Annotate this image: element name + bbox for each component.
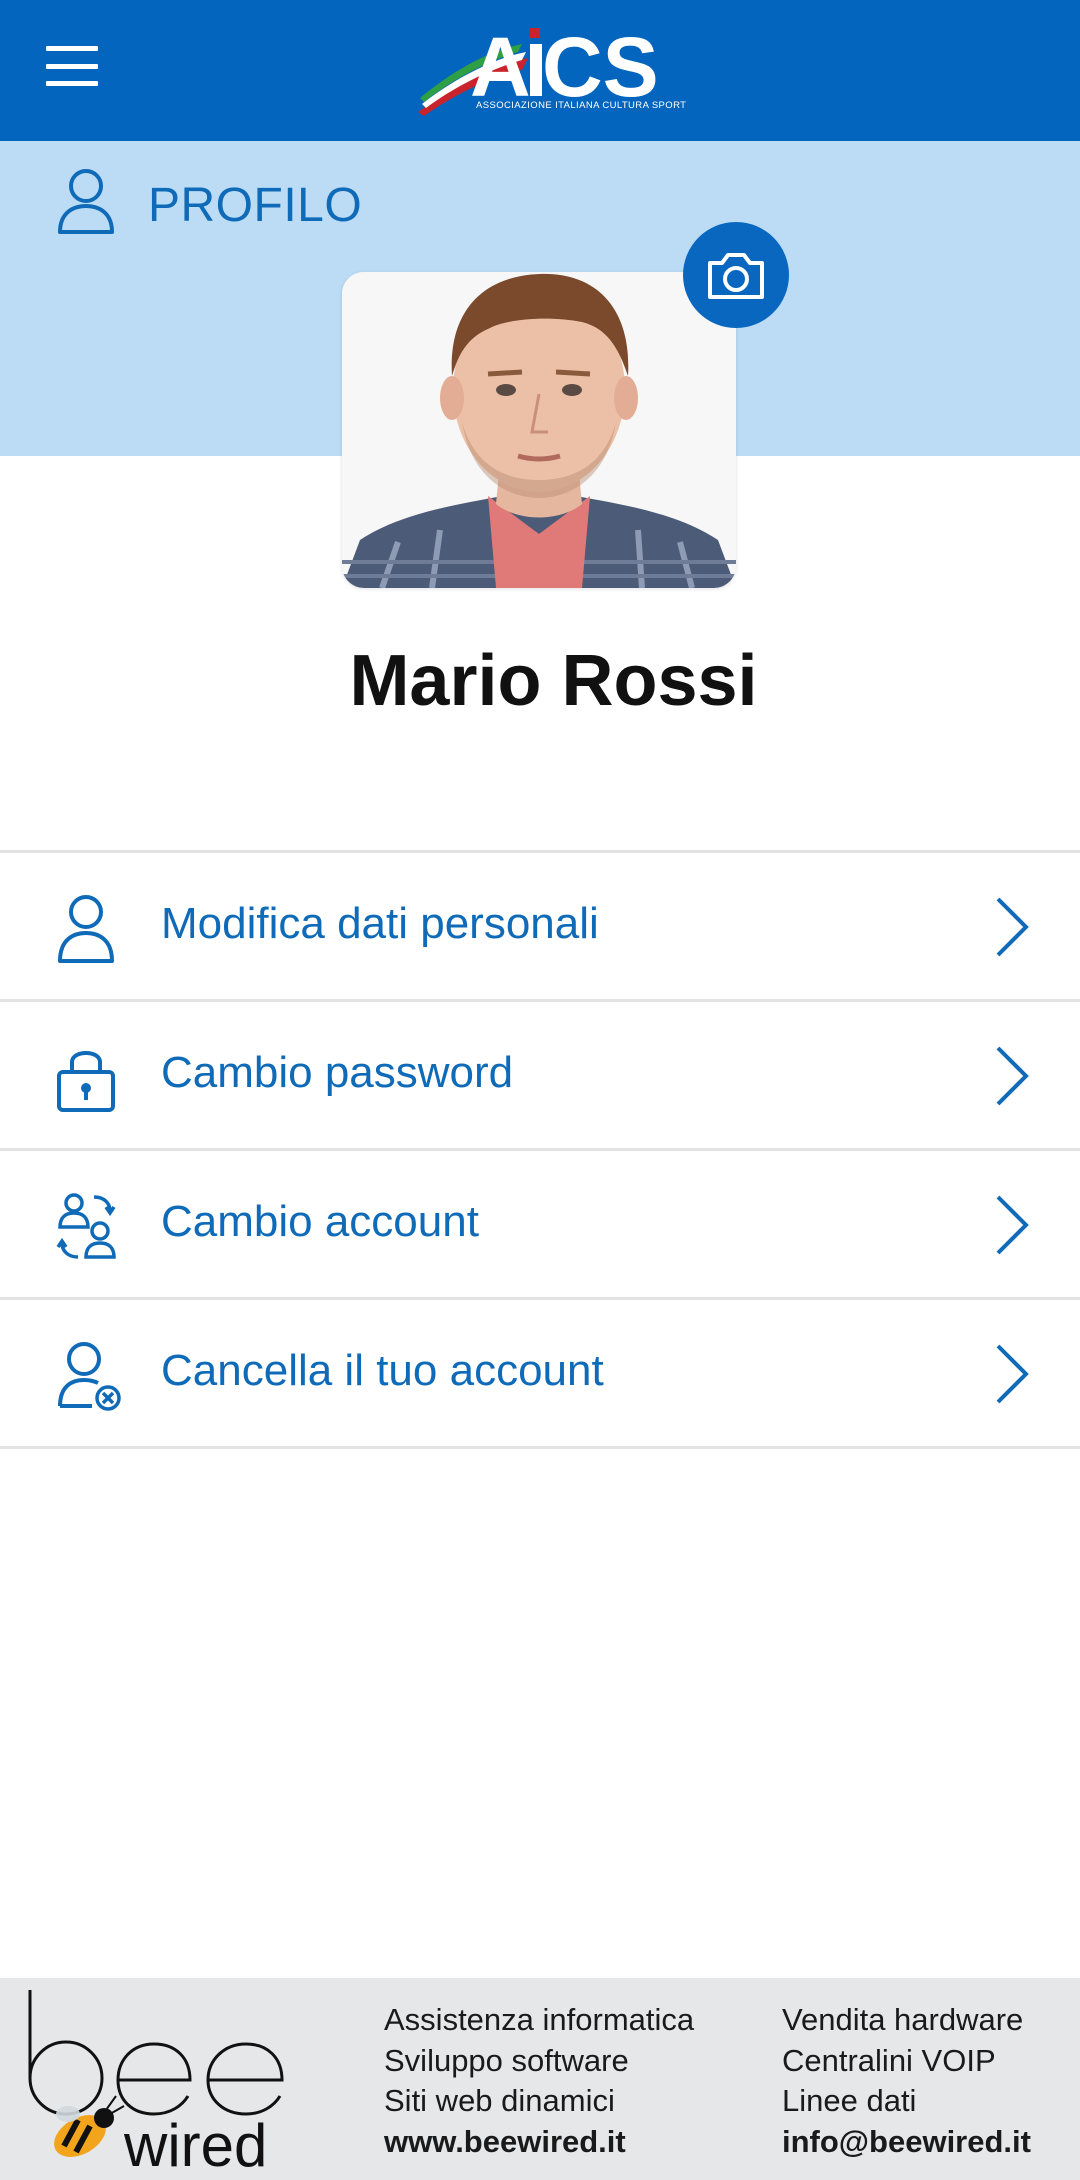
footer-line: Sviluppo software: [384, 2042, 629, 2078]
footer-services-list: Assistenza informatica Sviluppo software…: [384, 2000, 694, 2162]
chevron-right-icon: [996, 1344, 1029, 1404]
menu-item-edit-personal-data[interactable]: Modifica dati personali: [0, 850, 1080, 999]
menu-item-delete-account[interactable]: Cancella il tuo account: [0, 1297, 1080, 1449]
menu-item-label: Cambio password: [161, 1048, 514, 1097]
chevron-right-icon: [996, 1046, 1029, 1106]
menu-item-label: Cancella il tuo account: [161, 1346, 604, 1395]
delete-user-icon: [58, 1342, 121, 1411]
beewired-logo: wired: [28, 1990, 284, 2176]
switch-account-icon: [56, 1193, 116, 1259]
lock-icon: [57, 1051, 115, 1112]
footer-website-link[interactable]: www.beewired.it: [384, 2122, 694, 2163]
footer-line: Linee dati: [782, 2083, 917, 2118]
chevron-right-icon: [996, 1195, 1029, 1255]
user-icon: [58, 895, 114, 963]
camera-icon: [708, 253, 764, 299]
menu-item-change-password[interactable]: Cambio password: [0, 999, 1080, 1148]
chevron-right-icon: [996, 897, 1029, 957]
top-app-bar: A CS ASSOCIAZIONE ITALIANA CULTURA SPORT: [0, 0, 1080, 141]
footer-line: Vendita hardware: [782, 2002, 1024, 2037]
footer-line: Assistenza informatica: [384, 2002, 695, 2037]
menu-item-label: Modifica dati personali: [161, 899, 599, 948]
profile-photo[interactable]: [342, 272, 736, 588]
footer-line: Centralini VOIP: [782, 2042, 996, 2078]
footer-email-link[interactable]: info@beewired.it: [782, 2122, 1031, 2163]
hamburger-menu-icon[interactable]: [46, 46, 98, 86]
page-title: PROFILO: [148, 179, 363, 232]
user-icon: [58, 169, 114, 234]
change-photo-button[interactable]: [683, 222, 789, 328]
logo-subtitle: ASSOCIAZIONE ITALIANA CULTURA SPORT: [476, 100, 687, 111]
profile-menu: Modifica dati personali Cambio password …: [0, 850, 1080, 1449]
footer-line: Siti web dinamici: [384, 2083, 615, 2118]
footer-banner: wired Assistenza informatica Sviluppo so…: [0, 1978, 1080, 2180]
user-name: Mario Rossi: [349, 641, 758, 721]
menu-item-label: Cambio account: [161, 1197, 479, 1246]
menu-item-switch-account[interactable]: Cambio account: [0, 1148, 1080, 1297]
svg-text:wired: wired: [123, 2112, 267, 2176]
footer-products-list: Vendita hardware Centralini VOIP Linee d…: [782, 2000, 1031, 2162]
